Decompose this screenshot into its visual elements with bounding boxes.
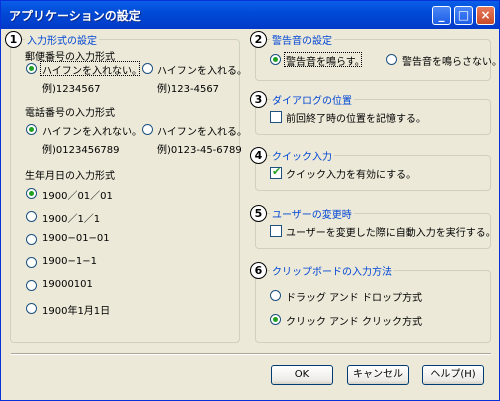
- birthdate-label-2[interactable]: 1900／1／1: [42, 210, 100, 225]
- drag-and-drop-label[interactable]: ドラッグ アンド ドロップ方式: [286, 289, 422, 304]
- clipboard-group: 6 クリップボードの入力方法 ドラッグ アンド ドロップ方式 クリック アンド …: [250, 262, 491, 343]
- section-number-1: 1: [5, 31, 22, 48]
- selected-dot: [29, 191, 34, 196]
- auto-input-label[interactable]: ユーザーを変更した際に自動入力を実行する。: [286, 224, 496, 239]
- warning-sound-off-label[interactable]: 警告音を鳴らさない。: [402, 53, 500, 68]
- postal-no-hyphen-example: 例)1234567: [42, 84, 101, 95]
- user-change-group: 5 ユーザーの変更時 ユーザーを変更した際に自動入力を実行する。: [250, 205, 496, 249]
- birthdate-radio-1[interactable]: [26, 188, 37, 199]
- postal-hyphen-radio[interactable]: [142, 63, 153, 74]
- quick-input-group: 4 クイック入力 ✔ クイック入力を有効にする。: [250, 147, 491, 191]
- phone-hyphen-label[interactable]: ハイフンを入れる。: [157, 123, 247, 138]
- phone-format-label: 電話番号の入力形式: [25, 108, 115, 119]
- drag-and-drop-radio[interactable]: [270, 290, 281, 301]
- click-and-click-radio[interactable]: [270, 314, 281, 325]
- click-and-click-label[interactable]: クリック アンド クリック方式: [286, 313, 422, 328]
- section-number-4: 4: [250, 147, 267, 164]
- selected-dot: [29, 127, 34, 132]
- section-number-2: 2: [250, 31, 267, 48]
- birthdate-radio-3[interactable]: [26, 234, 37, 245]
- close-button[interactable]: ×: [476, 6, 495, 25]
- selected-dot: [273, 57, 278, 62]
- postal-hyphen-example: 例)123-4567: [157, 84, 220, 95]
- birthdate-radio-4[interactable]: [26, 257, 37, 268]
- ok-button[interactable]: OK: [271, 365, 333, 385]
- birthdate-label-4[interactable]: 1900−1−1: [42, 256, 97, 267]
- birthdate-label-5[interactable]: 19000101: [42, 279, 93, 290]
- maximize-icon: □: [457, 8, 470, 22]
- warning-sound-off-radio[interactable]: [386, 54, 397, 65]
- user-change-legend: ユーザーの変更時: [270, 206, 354, 221]
- input-format-legend: 入力形式の設定: [25, 32, 99, 47]
- birthdate-radio-6[interactable]: [26, 303, 37, 314]
- birthdate-label-6[interactable]: 1900年1月1日: [42, 302, 110, 317]
- warning-sound-legend: 警告音の設定: [270, 32, 334, 47]
- birthdate-format-label: 生年月日の入力形式: [25, 171, 115, 182]
- section-number-5: 5: [250, 205, 267, 222]
- phone-hyphen-radio[interactable]: [142, 124, 153, 135]
- warning-sound-on-radio[interactable]: [270, 54, 281, 65]
- help-button[interactable]: ヘルプ(H): [422, 365, 484, 385]
- quick-input-legend: クイック入力: [270, 148, 334, 163]
- minimize-button[interactable]: _: [432, 6, 451, 25]
- warning-sound-on-label[interactable]: 警告音を鳴らす。: [286, 53, 365, 68]
- postal-no-hyphen-radio[interactable]: [26, 63, 37, 74]
- input-format-group: 1 入力形式の設定 郵便番号の入力形式 ハイフンを入れない。 例)1234567…: [5, 31, 247, 343]
- auto-input-checkbox[interactable]: [270, 225, 282, 237]
- postal-hyphen-label[interactable]: ハイフンを入れる。: [157, 62, 247, 77]
- cancel-button[interactable]: キャンセル: [347, 365, 409, 385]
- window-title: アプリケーションの設定: [9, 9, 141, 23]
- clipboard-legend: クリップボードの入力方法: [270, 263, 394, 278]
- check-icon: ✔: [272, 165, 282, 178]
- remember-position-label[interactable]: 前回終了時の位置を記憶する。: [286, 110, 426, 125]
- postal-no-hyphen-label[interactable]: ハイフンを入れない。: [42, 62, 142, 77]
- separator: [11, 353, 491, 355]
- quick-input-label[interactable]: クイック入力を有効にする。: [286, 166, 416, 181]
- warning-sound-group: 2 警告音の設定 警告音を鳴らす。 警告音を鳴らさない。: [250, 31, 500, 81]
- selected-dot: [29, 66, 34, 71]
- title-bar[interactable]: アプリケーションの設定 _ □ ×: [1, 1, 499, 29]
- phone-no-hyphen-label[interactable]: ハイフンを入れない。: [42, 123, 142, 138]
- minimize-icon: _: [438, 8, 445, 22]
- selected-dot: [273, 317, 278, 322]
- section-number-6: 6: [250, 262, 267, 279]
- birthdate-label-3[interactable]: 1900−01−01: [42, 233, 110, 244]
- section-number-3: 3: [250, 91, 267, 108]
- phone-hyphen-example: 例)0123-45-6789: [157, 145, 242, 156]
- birthdate-radio-5[interactable]: [26, 280, 37, 291]
- maximize-button[interactable]: □: [454, 6, 473, 25]
- close-icon: ×: [480, 8, 491, 22]
- quick-input-checkbox[interactable]: ✔: [270, 165, 282, 179]
- dialog-body: 1 入力形式の設定 郵便番号の入力形式 ハイフンを入れない。 例)1234567…: [4, 29, 500, 397]
- birthdate-label-1[interactable]: 1900／01／01: [42, 187, 113, 202]
- birthdate-radio-2[interactable]: [26, 211, 37, 222]
- dialog-position-group: 3 ダイアログの位置 前回終了時の位置を記憶する。: [250, 91, 491, 135]
- phone-no-hyphen-radio[interactable]: [26, 124, 37, 135]
- remember-position-checkbox[interactable]: [270, 111, 282, 123]
- phone-no-hyphen-example: 例)0123456789: [42, 145, 120, 156]
- dialog-position-legend: ダイアログの位置: [270, 92, 354, 107]
- settings-dialog: アプリケーションの設定 _ □ × 1 入力形式の設定 郵便番号の入力形式 ハイ…: [0, 0, 500, 401]
